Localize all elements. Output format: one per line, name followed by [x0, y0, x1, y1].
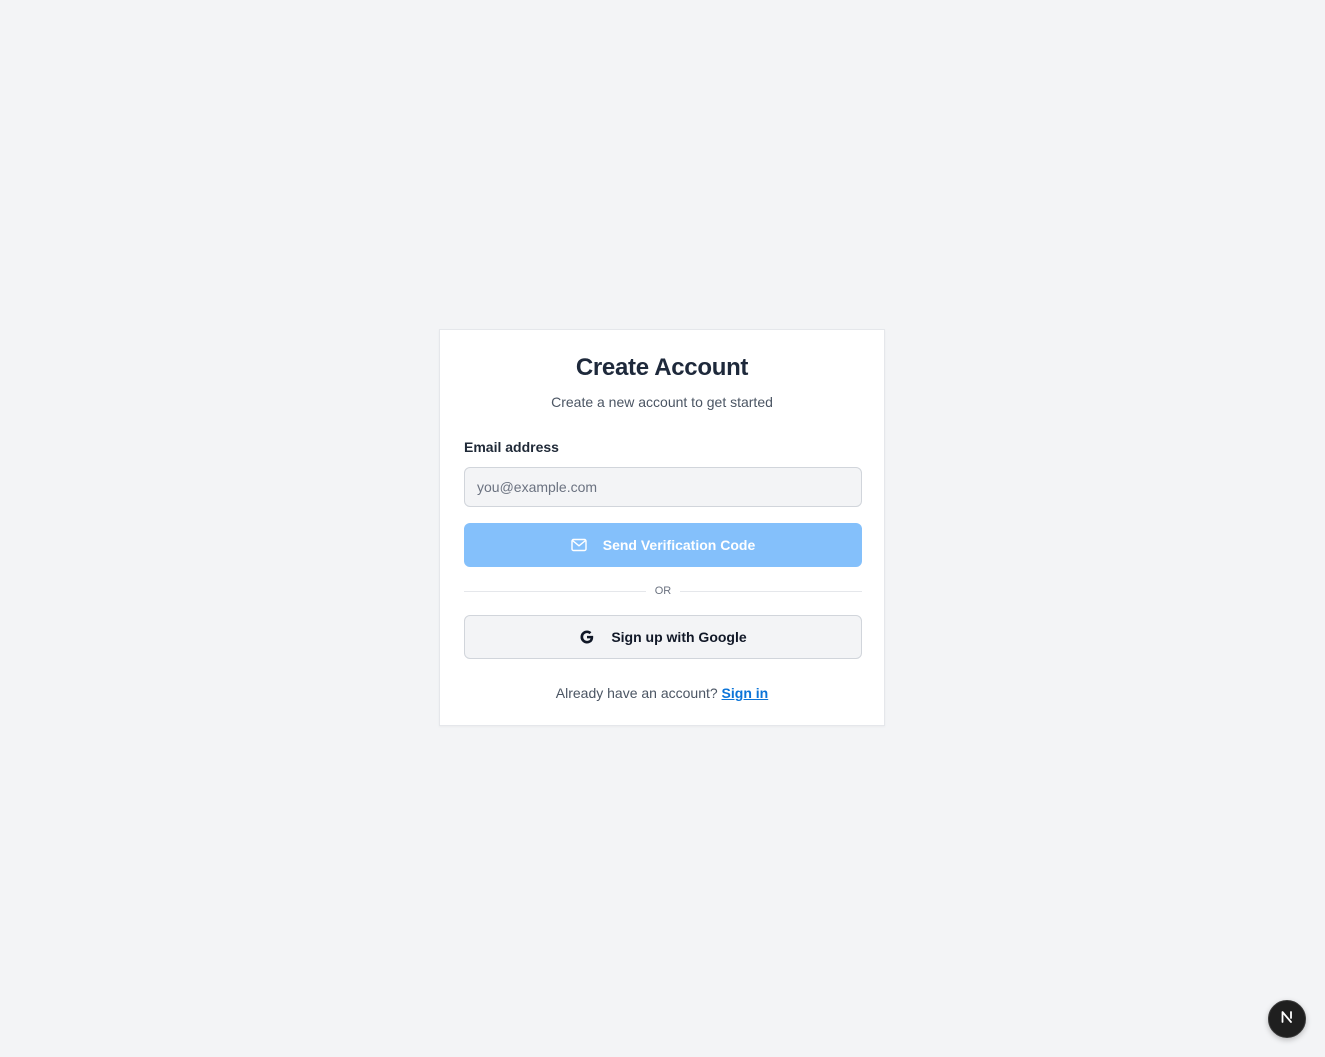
send-verification-code-label: Send Verification Code — [602, 537, 756, 553]
nextjs-icon — [1279, 1009, 1295, 1030]
signin-prompt-text: Already have an account? — [555, 685, 718, 701]
page-title: Create Account — [575, 354, 749, 381]
email-label: Email address — [464, 439, 559, 455]
signup-card: Create Account Create a new account to g… — [439, 329, 885, 726]
signin-link[interactable]: Sign in — [722, 685, 769, 701]
signin-prompt: Already have an account? Sign in — [440, 685, 884, 701]
nextjs-dev-badge[interactable] — [1268, 1000, 1306, 1038]
google-signup-label: Sign up with Google — [611, 629, 747, 645]
divider-line-right — [680, 590, 862, 592]
send-verification-code-button[interactable]: Send Verification Code — [464, 523, 862, 567]
page-subtitle: Create a new account to get started — [551, 394, 773, 410]
mail-icon — [571, 538, 587, 552]
divider-label: OR — [654, 585, 672, 597]
divider-line-left — [464, 590, 646, 592]
google-signup-button[interactable]: Sign up with Google — [464, 615, 862, 659]
email-field[interactable] — [464, 467, 862, 507]
or-divider: OR — [464, 582, 862, 600]
google-icon — [579, 629, 595, 645]
